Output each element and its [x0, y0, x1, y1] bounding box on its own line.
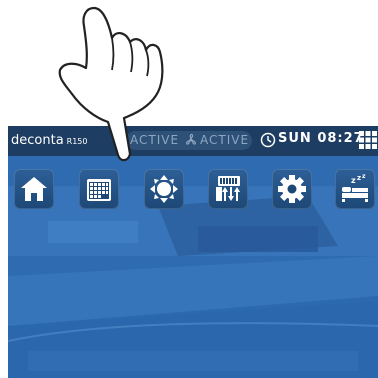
- model-label: R150: [66, 137, 88, 146]
- calendar-icon: [87, 179, 111, 201]
- aerial-background-image: [8, 126, 378, 378]
- status-bar: deconta R150 ACTIVE ACTIVE SUN 08:27: [8, 126, 378, 156]
- mode-left-label: ACTIVE: [130, 133, 180, 147]
- day-label: SUN: [278, 131, 312, 146]
- settings-button[interactable]: [272, 169, 312, 209]
- pressure-button[interactable]: [144, 169, 184, 209]
- device-screen: deconta R150 ACTIVE ACTIVE SUN 08:27 z z…: [8, 126, 378, 378]
- sleep-mode-button[interactable]: z z z: [335, 169, 375, 209]
- day-time-display: SUN 08:27: [278, 131, 364, 146]
- mode-right-label: ACTIVE: [200, 133, 250, 147]
- time-label: 08:27: [317, 131, 364, 146]
- filter-airflow-icon: [216, 176, 240, 201]
- gear-icon: [278, 175, 306, 203]
- svg-text:z: z: [357, 174, 361, 182]
- schedule-button[interactable]: [79, 169, 119, 209]
- filter-button[interactable]: [208, 169, 248, 209]
- home-icon: [21, 177, 47, 201]
- home-button[interactable]: [14, 169, 54, 209]
- brand-label: deconta R150: [11, 133, 87, 148]
- brand-name: deconta: [11, 133, 64, 148]
- svg-text:z: z: [362, 173, 366, 180]
- pressure-arrows-icon: [150, 175, 178, 203]
- grid-menu-icon[interactable]: [359, 131, 377, 149]
- mode-status-pill[interactable]: ACTIVE ACTIVE: [126, 131, 252, 150]
- svg-text:z: z: [351, 176, 356, 185]
- clock-icon: [260, 132, 276, 148]
- bed-sleep-icon: z z z: [342, 173, 368, 202]
- fan-icon: [186, 133, 196, 145]
